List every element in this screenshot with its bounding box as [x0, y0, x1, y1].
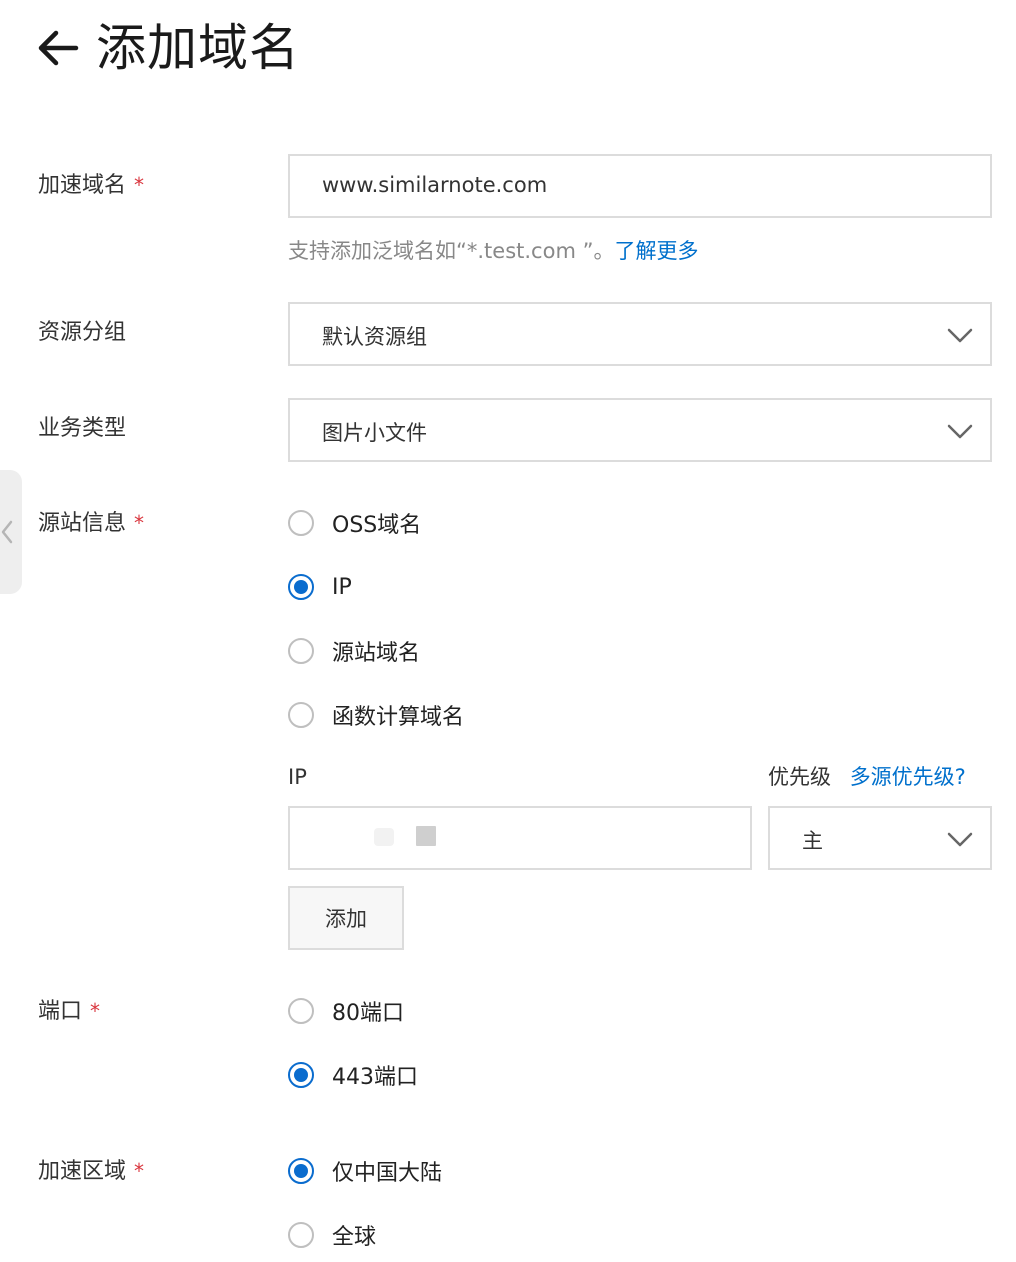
radio-button[interactable] [288, 702, 314, 728]
region-label: 加速区域 * [38, 1159, 145, 1184]
radio-button[interactable] [288, 638, 314, 664]
side-collapse-handle[interactable] [0, 470, 22, 594]
domain-label: 加速域名 * [38, 173, 145, 198]
business-type-label: 业务类型 [38, 416, 127, 441]
radio-label: 源站域名 [332, 641, 421, 666]
radio-label: 函数计算域名 [332, 705, 465, 730]
back-arrow-icon[interactable] [36, 28, 80, 68]
radio-button-checked[interactable] [288, 574, 314, 600]
origin-label: 源站信息 * [38, 511, 145, 536]
origin-option-function-compute[interactable]: 函数计算域名 [288, 700, 464, 730]
radio-label: OSS域名 [332, 513, 422, 538]
chevron-down-icon [947, 424, 973, 439]
radio-button-checked[interactable] [288, 1062, 314, 1088]
port-option-443[interactable]: 443端口 [288, 1060, 418, 1090]
origin-option-origin-domain[interactable]: 源站域名 [288, 636, 420, 666]
chevron-down-icon [947, 832, 973, 847]
multi-origin-priority-link[interactable]: 多源优先级? [850, 765, 966, 789]
domain-input-value: www.similarnote.com [322, 173, 548, 197]
origin-option-oss[interactable]: OSS域名 [288, 508, 421, 538]
priority-column-label: 优先级 多源优先级? [768, 765, 966, 789]
business-type-select[interactable]: 图片小文件 [288, 398, 992, 462]
required-mark: * [134, 511, 145, 535]
page-title: 添加域名 [96, 19, 300, 77]
domain-input[interactable]: www.similarnote.com [288, 154, 992, 218]
ip-column-label: IP [288, 765, 307, 789]
radio-label: 443端口 [332, 1065, 418, 1090]
radio-button[interactable] [288, 1222, 314, 1248]
chevron-left-icon [1, 520, 13, 544]
redacted-spot [374, 828, 394, 846]
required-mark: * [90, 999, 101, 1023]
business-type-value: 图片小文件 [322, 421, 427, 445]
resource-group-value: 默认资源组 [322, 325, 427, 349]
radio-label: 仅中国大陆 [332, 1161, 443, 1186]
redacted-spot [416, 826, 436, 846]
resource-group-label: 资源分组 [38, 320, 127, 345]
port-option-80[interactable]: 80端口 [288, 996, 404, 1026]
required-mark: * [134, 173, 145, 197]
domain-hint: 支持添加泛域名如“*.test.com ”。了解更多 [288, 239, 699, 263]
required-mark: * [134, 1159, 145, 1183]
chevron-down-icon [947, 328, 973, 343]
priority-value: 主 [802, 829, 823, 853]
radio-label: 80端口 [332, 1001, 404, 1026]
region-option-mainland[interactable]: 仅中国大陆 [288, 1156, 442, 1186]
radio-button[interactable] [288, 998, 314, 1024]
origin-option-ip[interactable]: IP [288, 572, 352, 602]
port-label: 端口 * [38, 999, 101, 1024]
add-origin-button[interactable]: 添加 [288, 886, 404, 950]
radio-button-checked[interactable] [288, 1158, 314, 1184]
ip-input[interactable] [288, 806, 752, 870]
radio-button[interactable] [288, 510, 314, 536]
radio-label: 全球 [332, 1225, 377, 1250]
resource-group-select[interactable]: 默认资源组 [288, 302, 992, 366]
learn-more-link[interactable]: 了解更多 [614, 239, 698, 263]
radio-label: IP [332, 574, 352, 600]
priority-select[interactable]: 主 [768, 806, 992, 870]
region-option-global[interactable]: 全球 [288, 1220, 376, 1250]
